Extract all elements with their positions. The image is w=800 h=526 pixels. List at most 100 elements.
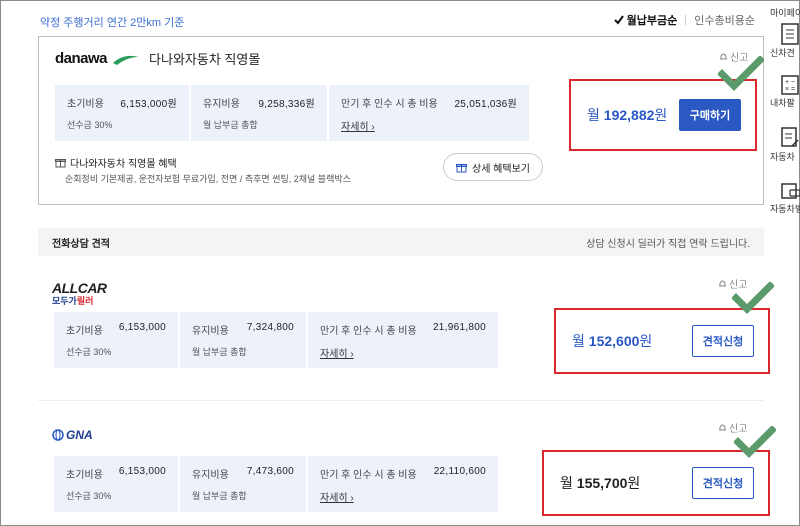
initial-cost-label: 초기비용 [67,99,104,110]
gna-logo-text: GNA [66,428,93,442]
maintenance-cost-label: 유지비용 [203,99,240,110]
sort-total-cost[interactable]: 인수총비용순 [694,12,755,28]
chevron-right-icon: › [350,349,354,360]
sidebar-item-sell[interactable]: + − × = 내차팔 [770,74,800,109]
calculator-icon: + −× = [781,75,799,95]
down-payment-note: 선수금 30% [66,491,112,501]
sidebar-item-mypage[interactable]: 마이페이 [770,6,800,19]
quote-request-button[interactable]: 견적신청 [692,325,754,357]
direct-cost-summary: 초기비용 6,153,000원 선수금 30% 유지비용 9,258,336원 월 … [55,85,529,141]
danawa-logo-text: danawa [55,50,108,67]
gift-icon [456,163,467,172]
sort-monthly[interactable]: 월납부금순 [613,12,678,28]
maintenance-cost-cell: 유지비용 7,473,600 월 납부금 총합 [180,456,308,512]
initial-cost-label: 초기비용 [66,326,103,337]
buy-button[interactable]: 구매하기 [679,99,741,131]
total-cost-cell: 만기 후 인수 시 총 비용 25,051,036원 자세히 › [329,85,529,141]
svg-text:× =: × = [785,86,795,93]
detail-link-label: 자세히 [320,349,348,360]
svg-text:+ −: + − [785,79,795,86]
maintenance-cost-value: 7,324,800 [246,322,294,333]
monthly-total-note: 월 납부금 총합 [192,347,247,357]
detail-link[interactable]: 자세히 › [320,345,486,360]
initial-cost-value: 6,153,000원 [120,99,177,110]
total-cost-cell: 만기 후 인수 시 총 비용 21,961,800 자세히 › [308,312,498,368]
checkmark-icon [613,15,624,25]
quote-request-button[interactable]: 견적신청 [692,467,754,499]
price-value: 155,700 [576,475,628,491]
checkmark-icon [718,56,764,91]
chevron-right-icon: › [371,122,375,133]
total-cost-label: 만기 후 인수 시 총 비용 [320,470,417,481]
phone-consult-note: 상담 신청시 딜러가 직접 연락 드립니다. [586,238,750,250]
price-prefix: 월 [572,333,585,349]
maintenance-cost-value: 9,258,336원 [258,99,315,110]
total-cost-cell: 만기 후 인수 시 총 비용 22,110,600 자세히 › [308,456,498,512]
bell-icon [719,424,726,431]
dealer-cost-summary: 초기비용 6,153,000 선수금 30% 유지비용 7,473,600 월 납부… [54,456,498,512]
gna-logo: GNA [52,428,93,442]
total-cost-value: 25,051,036원 [454,99,517,110]
allcar-logo-text: ALLCAR [52,280,107,296]
detail-link-label: 자세히 [320,493,348,504]
monthly-price: 월 152,600원 [572,331,652,351]
initial-cost-cell: 초기비용 6,153,000 선수금 30% [54,312,180,368]
allcar-logo: ALLCAR 모두가릴러 [52,280,107,306]
sort-options: 월납부금순 인수총비용순 [613,12,755,28]
sort-monthly-label: 월납부금순 [626,15,678,27]
sidebar-item-label: 자동차빌 [770,204,800,214]
initial-cost-cell: 초기비용 6,153,000원 선수금 30% [55,85,191,141]
sidebar-item-car-loan[interactable]: 자동차빌 [770,180,800,215]
price-prefix: 월 [560,475,573,491]
sidebar-item-car[interactable]: 자동차 [770,126,800,163]
down-payment-note: 선수금 30% [66,347,112,357]
document-icon [781,23,799,45]
price-suffix: 원 [627,475,641,491]
maintenance-cost-label: 유지비용 [192,470,229,481]
initial-cost-cell: 초기비용 6,153,000 선수금 30% [54,456,180,512]
benefit-description: 순회정비 기본제공, 운전자보험 무료가입, 전면 / 측후면 썬팅, 2채널 … [65,174,351,184]
gift-icon [55,159,66,168]
detail-link[interactable]: 자세히 › [320,489,486,504]
car-document-icon [781,183,800,199]
down-payment-note: 선수금 30% [67,120,113,130]
price-suffix: 원 [639,333,653,349]
benefit-detail-button[interactable]: 상세 혜택보기 [443,153,543,181]
monthly-price: 월 192,882원 [587,105,667,125]
price-value: 152,600 [588,333,640,349]
bell-icon [719,280,726,287]
danawa-logo: danawa 다나와자동차 직영몰 [55,49,260,68]
benefit-detail-label: 상세 혜택보기 [472,163,530,175]
total-cost-label: 만기 후 인수 시 총 비용 [320,326,417,337]
chevron-right-icon: › [350,493,354,504]
total-cost-value: 21,961,800 [432,322,486,333]
dealer-price-box: 월 152,600원 견적신청 [554,308,770,374]
sidebar-item-label: 자동차 [770,152,795,162]
dealer-cost-summary: 초기비용 6,153,000 선수금 30% 유지비용 7,324,800 월 납부… [54,312,498,368]
monthly-price: 월 155,700원 [560,473,640,493]
total-cost-value: 22,110,600 [433,466,486,477]
phone-consult-title: 전화상담 견적 [52,238,110,250]
checkmark-icon [732,282,774,314]
sidebar-item-label: 마이페이 [770,8,800,18]
maintenance-cost-cell: 유지비용 7,324,800 월 납부금 총합 [180,312,308,368]
section-divider [38,400,764,401]
phone-consult-bar: 전화상담 견적 상담 신청시 딜러가 직접 연락 드립니다. [38,228,764,256]
price-prefix: 월 [587,107,600,123]
benefit-title: 다나와자동차 직영몰 혜택 [70,159,177,170]
sidebar-item-new-car[interactable]: 신차견 [770,22,800,59]
direct-store-title: 다나와자동차 직영몰 [149,52,261,67]
sidebar-item-label: 내차팔 [770,98,795,108]
monthly-total-note: 월 납부금 총합 [203,120,258,130]
initial-cost-value: 6,153,000 [118,322,166,333]
monthly-total-note: 월 납부금 총합 [192,491,247,501]
total-cost-label: 만기 후 인수 시 총 비용 [341,99,438,110]
document-edit-icon [781,127,799,147]
allcar-logo-sub-a: 모두가 [52,296,77,306]
direct-store-card: danawa 다나와자동차 직영몰 신고 초기비용 6,153,000원 선수금 … [38,36,764,205]
detail-link[interactable]: 자세히 › [341,118,517,133]
maintenance-cost-value: 7,473,600 [246,466,294,477]
initial-cost-value: 6,153,000 [118,466,166,477]
mileage-note: 약정 주행거리 연간 2만km 기준 [40,17,185,29]
allcar-logo-sub-b: 릴러 [76,296,94,306]
